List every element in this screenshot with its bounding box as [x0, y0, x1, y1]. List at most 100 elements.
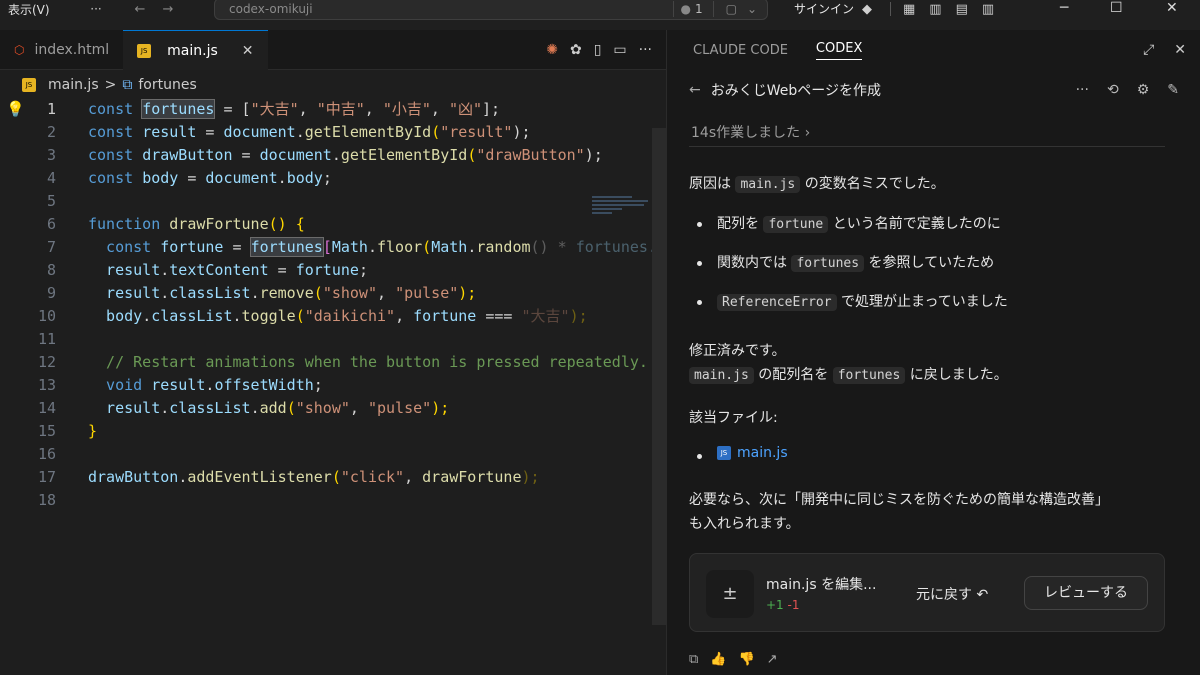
arrow-left-icon[interactable]: ←: [126, 2, 154, 17]
code-line[interactable]: 6 function drawFortune() {: [0, 213, 654, 236]
line-number: 4: [46, 169, 56, 187]
code-editor[interactable]: 💡 1 const fortunes = ["大吉", "中吉", "小吉", "…: [0, 98, 654, 645]
code-token: "中吉": [316, 100, 365, 118]
workspace-name: codex-omikuji: [229, 2, 313, 16]
message-cause: 原因は main.js の変数名ミスでした。: [689, 172, 1169, 197]
tab-claude-code[interactable]: CLAUDE CODE: [693, 43, 788, 58]
worked-duration[interactable]: 14s作業しました ›: [691, 122, 810, 142]
list-item: ReferenceError で処理が止まっていました: [697, 291, 1008, 311]
code-line[interactable]: 3 const drawButton = document.getElementB…: [0, 144, 654, 167]
text: 必要なら、次に「開発中に同じミスを防ぐための簡単な構造改善」: [689, 492, 1109, 508]
breadcrumb-symbol[interactable]: fortunes: [138, 77, 196, 93]
more-icon[interactable]: ···: [1076, 82, 1089, 98]
thumbs-down-icon[interactable]: 👎: [738, 652, 754, 667]
chat-icon[interactable]: ▢: [720, 2, 743, 16]
code-token: .: [160, 284, 170, 302]
maximize-icon[interactable]: ☐: [1110, 0, 1123, 16]
code-line[interactable]: 10 body.classList.toggle("daikichi", for…: [0, 305, 654, 328]
code-token: = [: [214, 100, 251, 118]
code-line[interactable]: 9 result.classList.remove("show", "pulse…: [0, 282, 654, 305]
code-token: );: [584, 146, 603, 164]
line-number: 10: [37, 307, 56, 325]
code-token: ,: [349, 399, 368, 417]
close-tab-icon[interactable]: ✕: [242, 43, 254, 59]
code-line[interactable]: 4 const body = document.body;: [0, 167, 654, 190]
split-editor-icon[interactable]: ▯: [594, 42, 602, 58]
close-panel-icon[interactable]: ✕: [1174, 42, 1186, 58]
list-item: 関数内では fortunes を参照していたため: [696, 252, 994, 272]
copy-icon[interactable]: ⧉: [689, 652, 698, 667]
maximize-panel-icon[interactable]: ⤢: [1143, 42, 1154, 58]
chevron-down-icon[interactable]: ⌄: [743, 2, 767, 16]
feedback-bar: ⧉ 👍 👎 ↗: [689, 652, 778, 667]
arrow-right-icon[interactable]: →: [154, 2, 182, 17]
share-icon[interactable]: ↗: [767, 652, 778, 667]
thumbs-up-icon[interactable]: 👍: [710, 652, 726, 667]
tab-main-js[interactable]: JS main.js ✕: [123, 30, 268, 70]
history-icon[interactable]: ⟲: [1107, 82, 1119, 98]
divider: [890, 2, 891, 16]
code-token: ,: [404, 468, 423, 486]
file-link[interactable]: main.js: [737, 445, 788, 461]
code-token: body: [142, 169, 179, 187]
sign-in-button[interactable]: サインイン: [794, 0, 854, 17]
openai-icon[interactable]: ✿: [570, 42, 582, 58]
code-line[interactable]: 14 result.classList.add("show", "pulse")…: [0, 397, 654, 420]
review-button[interactable]: レビューする: [1024, 576, 1148, 610]
divider: [712, 1, 714, 17]
code-line[interactable]: 13 void result.offsetWidth;: [0, 374, 654, 397]
diff-stats: +1 -1: [766, 598, 800, 612]
claude-icon[interactable]: ✺: [546, 42, 558, 58]
code-line[interactable]: 1 const fortunes = ["大吉", "中吉", "小吉", "凶"…: [0, 98, 654, 121]
tab-index-html[interactable]: ⬡ index.html: [0, 30, 123, 70]
code-token: .: [277, 169, 287, 187]
code-token: .: [160, 261, 170, 279]
back-button[interactable]: ←: [689, 82, 701, 98]
line-number: 2: [46, 123, 56, 141]
toggle-secondary-sidebar-icon[interactable]: ▥: [982, 2, 994, 17]
tab-codex[interactable]: CODEX: [815, 41, 863, 60]
code-token: "pulse": [367, 399, 432, 417]
code-line[interactable]: 18: [0, 489, 654, 512]
copilot-icon[interactable]: ◆: [862, 2, 872, 17]
toggle-primary-sidebar-icon[interactable]: ▥: [929, 2, 941, 17]
breadcrumb-file[interactable]: main.js: [48, 77, 99, 93]
minimize-icon[interactable]: ─: [1060, 0, 1068, 16]
code-token: classList: [151, 307, 233, 325]
code-token: addEventListener: [187, 468, 332, 486]
close-window-icon[interactable]: ✕: [1166, 0, 1178, 16]
edit-card: ± main.js を編集... +1 -1 元に戻す ↶ レビューする: [689, 553, 1165, 632]
code-text: // Restart animations when the button is…: [88, 351, 648, 374]
code-text: result.textContent = fortune;: [88, 259, 368, 282]
layout-customize-icon[interactable]: ▦: [903, 2, 915, 17]
toggle-panel-icon[interactable]: ▤: [956, 2, 968, 17]
code-line[interactable]: 16: [0, 443, 654, 466]
new-chat-icon[interactable]: ✎: [1167, 82, 1179, 98]
code-line[interactable]: 17 drawButton.addEventListener("click", d…: [0, 466, 654, 489]
code-token: .: [232, 307, 242, 325]
edit-title[interactable]: main.js を編集...: [766, 574, 876, 594]
code-line[interactable]: 5: [0, 190, 654, 213]
code-line[interactable]: 11: [0, 328, 654, 351]
code-line[interactable]: 8 result.textContent = fortune;: [0, 259, 654, 282]
settings-icon[interactable]: ⚙: [1137, 82, 1150, 98]
code-line[interactable]: 15}: [0, 420, 654, 443]
code-token: "result": [440, 123, 513, 141]
more-menu-button[interactable]: ···: [66, 2, 126, 16]
thread-actions: ··· ⟲ ⚙ ✎: [1076, 82, 1179, 98]
revert-button[interactable]: 元に戻す ↶: [916, 584, 988, 604]
more-actions-icon[interactable]: ···: [639, 42, 652, 58]
code-line[interactable]: 2 const result = document.getElementById(…: [0, 121, 654, 144]
code-token: result: [88, 399, 161, 417]
code-line[interactable]: 7 const fortune = fortunes[Math.floor(Ma…: [0, 236, 654, 259]
layout-icon[interactable]: ▭: [613, 42, 626, 58]
menu-view[interactable]: 表示(V): [0, 1, 66, 18]
code-token: const: [88, 238, 161, 256]
command-center-search[interactable]: codex-omikuji ● 1 ▢ ⌄: [214, 0, 768, 20]
code-text: void result.offsetWidth;: [88, 374, 323, 397]
code-token: "凶": [448, 100, 482, 118]
code-token: (: [431, 123, 441, 141]
editor-scrollbar[interactable]: [652, 128, 666, 625]
code-text: result.classList.remove("show", "pulse")…: [88, 282, 476, 305]
code-line[interactable]: 12 // Restart animations when the button…: [0, 351, 654, 374]
